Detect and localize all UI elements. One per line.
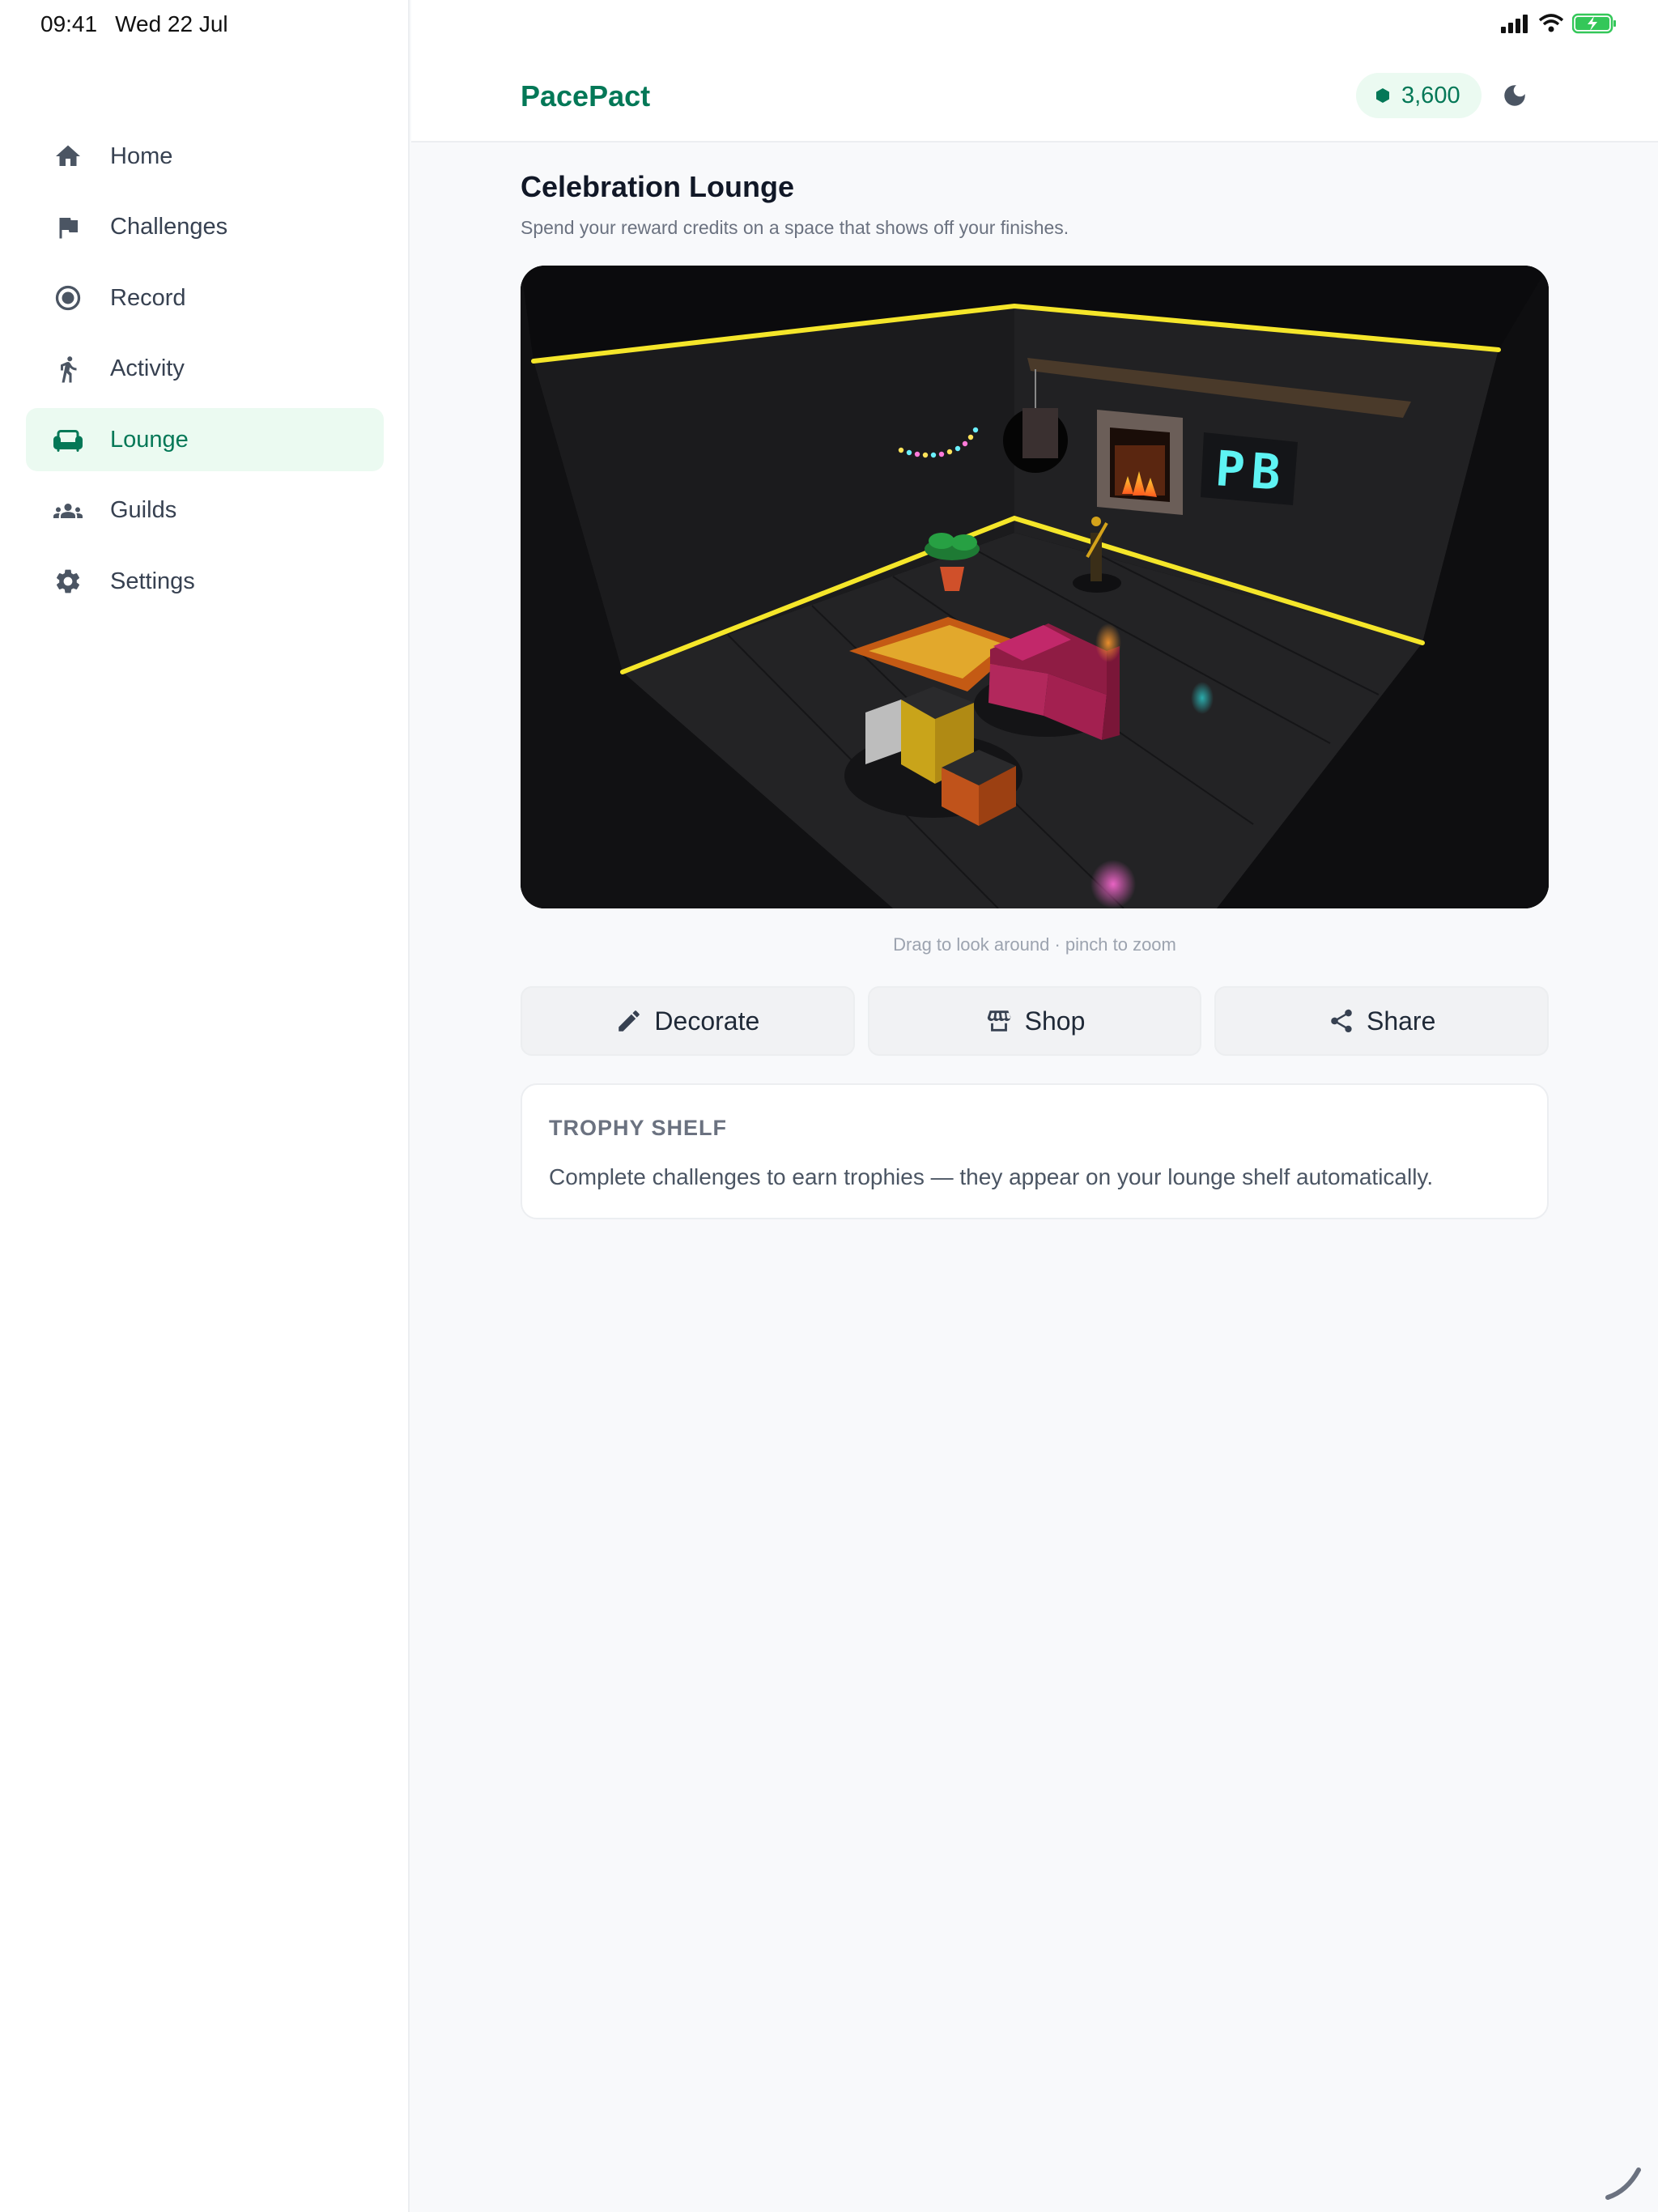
pb-neon-sign: PB [1201, 432, 1298, 505]
theme-toggle-button[interactable] [1499, 79, 1531, 112]
moon-icon [1504, 85, 1525, 106]
record-icon [50, 280, 86, 316]
sidebar-item-activity[interactable]: Activity [26, 338, 384, 401]
sidebar-item-home[interactable]: Home [26, 125, 384, 188]
sidebar-item-label: Record [110, 284, 186, 311]
sidebar-item-guilds[interactable]: Guilds [26, 479, 384, 542]
storefront-icon [987, 1010, 1011, 1032]
scene-hint: Drag to look around · pinch to zoom [893, 934, 1176, 955]
pink-light-glow [1090, 860, 1136, 908]
orange-light-glow [1095, 623, 1121, 662]
sidebar-item-record[interactable]: Record [26, 266, 384, 330]
page-subtitle: Spend your reward credits on a space tha… [521, 217, 1069, 238]
app-brand[interactable]: PacePact [521, 79, 650, 113]
sidebar-item-label: Settings [110, 568, 195, 594]
decorate-button[interactable]: Decorate [521, 986, 855, 1056]
battery-charging-icon [1572, 13, 1616, 34]
sidebar-item-label: Activity [110, 355, 185, 381]
teal-light-glow [1191, 682, 1214, 714]
shop-label: Shop [1024, 1006, 1086, 1036]
status-bar: 09:41 Wed 22 Jul [0, 0, 1658, 52]
credits-value: 3,600 [1401, 82, 1460, 108]
gear-icon [50, 564, 86, 599]
coin-icon [1376, 88, 1389, 103]
status-time: 09:41 Wed 22 Jul [40, 11, 228, 37]
flag-icon [50, 210, 86, 245]
sidebar-item-settings[interactable]: Settings [26, 550, 384, 613]
home-icon [50, 138, 86, 174]
pencil-icon [619, 1010, 640, 1032]
main-content: Celebration Lounge Spend your reward cre… [521, 170, 1550, 1219]
share-button[interactable]: Share [1214, 986, 1550, 1056]
home-indicator-icon [1605, 2167, 1641, 2200]
status-icons [1501, 13, 1618, 34]
share-icon [1331, 1009, 1352, 1033]
sofa-icon [50, 422, 86, 457]
pb-sign-text: PB [1214, 440, 1289, 502]
wifi-icon [1538, 14, 1564, 32]
action-bar: Decorate Shop Share [521, 986, 1550, 1056]
credits-badge[interactable]: 3,600 [1356, 73, 1482, 118]
running-icon [50, 351, 86, 387]
sidebar-item-challenges[interactable]: Challenges [26, 196, 384, 259]
trophy-shelf-title: TROPHY SHELF [549, 1116, 728, 1140]
sidebar-item-label: Home [110, 143, 173, 169]
lounge-3d-viewport[interactable]: PB [521, 266, 1549, 908]
sidebar: Home Challenges Record Activity Lounge G… [0, 0, 410, 2212]
sidebar-item-lounge[interactable]: Lounge [26, 408, 384, 471]
trophy-shelf-description: Complete challenges to earn trophies — t… [549, 1164, 1434, 1189]
group-icon [50, 493, 86, 529]
status-date: Wed 22 Jul [115, 11, 228, 36]
share-label: Share [1366, 1006, 1436, 1036]
lounge-scene: PB [521, 266, 1549, 908]
status-clock: 09:41 [40, 11, 98, 36]
sidebar-item-label: Challenges [110, 214, 228, 240]
page-title: Celebration Lounge [521, 170, 795, 203]
sidebar-item-label: Guilds [110, 497, 177, 523]
trophy-shelf-card: TROPHY SHELF Complete challenges to earn… [521, 1083, 1549, 1219]
decorate-label: Decorate [654, 1006, 760, 1036]
sidebar-item-label: Lounge [110, 426, 189, 453]
sidebar-nav: Home Challenges Record Activity Lounge G… [26, 125, 384, 621]
shop-button[interactable]: Shop [867, 986, 1202, 1056]
cellular-signal-icon [1501, 15, 1528, 33]
